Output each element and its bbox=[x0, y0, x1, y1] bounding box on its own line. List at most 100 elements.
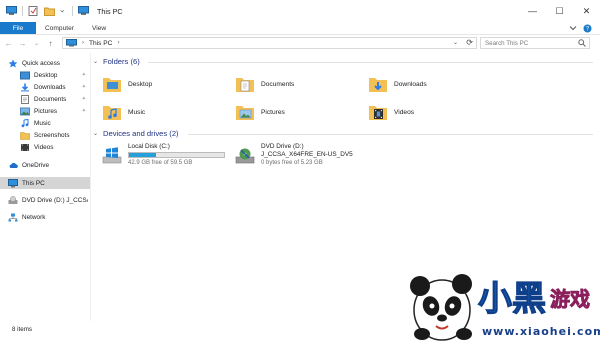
nav-this-pc[interactable]: This PC bbox=[0, 177, 90, 189]
folder-label: Videos bbox=[394, 108, 415, 116]
address-bar[interactable]: › This PC › ⌄ ⟳ bbox=[62, 37, 477, 49]
search-input[interactable]: Search This PC bbox=[480, 37, 590, 49]
drive-local-disk-c[interactable]: Local Disk (C:) 42.9 GB free of 59.5 GB bbox=[102, 143, 227, 173]
item-count: 8 items bbox=[12, 325, 32, 333]
quick-access-toolbar bbox=[0, 0, 89, 22]
expand-ribbon-icon[interactable] bbox=[569, 25, 577, 31]
folder-label: Desktop bbox=[128, 80, 153, 88]
drive-free-space: 0 bytes free of 5.23 GB bbox=[261, 160, 323, 166]
folders-heading: Folders (6) bbox=[103, 57, 140, 66]
maximize-button[interactable]: ☐ bbox=[546, 0, 573, 22]
pin-icon: ✦ bbox=[81, 96, 86, 102]
breadcrumb-chevron-icon[interactable]: › bbox=[82, 40, 84, 46]
window-controls: — ☐ ✕ bbox=[519, 0, 600, 22]
tab-computer[interactable]: Computer bbox=[36, 22, 83, 34]
pin-icon: ✦ bbox=[81, 84, 86, 90]
pin-icon: ✦ bbox=[81, 108, 86, 114]
this-pc-icon bbox=[66, 39, 77, 47]
nav-quick-access[interactable]: Quick access bbox=[0, 57, 90, 69]
search-icon bbox=[578, 39, 586, 47]
folder-label: Music bbox=[128, 108, 146, 116]
folder-downloads[interactable]: Downloads bbox=[368, 71, 488, 97]
nav-music[interactable]: Music bbox=[0, 117, 90, 129]
documents-icon bbox=[21, 94, 29, 104]
chevron-down-icon[interactable]: ⌄ bbox=[93, 58, 98, 65]
title-bar: This PC — ☐ ✕ bbox=[0, 0, 600, 22]
music-folder-icon bbox=[103, 106, 121, 120]
disk-usage-fill bbox=[129, 153, 156, 157]
breadcrumb-this-pc[interactable]: This PC bbox=[89, 40, 112, 47]
folder-music[interactable]: Music bbox=[102, 99, 222, 125]
nav-label: Pictures bbox=[34, 107, 58, 115]
this-pc-small-icon bbox=[78, 6, 89, 15]
new-folder-icon[interactable] bbox=[44, 6, 55, 16]
pin-icon: ✦ bbox=[81, 72, 86, 78]
nav-pictures[interactable]: Pictures ✦ bbox=[0, 105, 90, 117]
svg-text:www.xiaohei.com: www.xiaohei.com bbox=[482, 325, 600, 338]
videos-icon bbox=[21, 143, 29, 151]
nav-videos[interactable]: Videos bbox=[0, 141, 90, 153]
folders-group-header[interactable]: ⌄ Folders (6) bbox=[93, 57, 593, 66]
nav-screenshots[interactable]: Screenshots bbox=[0, 129, 90, 141]
folder-pictures[interactable]: Pictures bbox=[235, 99, 355, 125]
xiaohei-logo-text: 小黑 游戏 www.xiaohei.com bbox=[477, 278, 600, 338]
chevron-down-icon[interactable] bbox=[60, 6, 67, 16]
help-icon[interactable]: ? bbox=[583, 24, 592, 33]
tab-view[interactable]: View bbox=[83, 22, 115, 34]
folder-desktop[interactable]: Desktop bbox=[102, 71, 222, 97]
up-arrow-icon[interactable]: ↑ bbox=[45, 38, 56, 49]
downloads-icon bbox=[21, 83, 29, 91]
disk-usage-bar bbox=[128, 152, 225, 158]
nav-documents[interactable]: Documents ✦ bbox=[0, 93, 90, 105]
nav-label: Music bbox=[34, 119, 51, 127]
properties-icon[interactable] bbox=[28, 6, 39, 16]
documents-folder-icon bbox=[236, 78, 254, 92]
back-arrow-icon[interactable]: ← bbox=[3, 38, 14, 49]
drive-dvd-d[interactable]: DVD Drive (D:) J_CCSA_X64FRE_EN-US_DV5 0… bbox=[235, 143, 375, 173]
this-pc-icon bbox=[8, 178, 18, 187]
nav-downloads[interactable]: Downloads ✦ bbox=[0, 81, 90, 93]
star-icon bbox=[8, 59, 18, 67]
panda-mascot-icon bbox=[410, 274, 472, 341]
cloud-icon bbox=[9, 162, 18, 168]
nav-network[interactable]: Network bbox=[0, 211, 90, 223]
group-divider bbox=[188, 134, 593, 135]
breadcrumb-chevron-icon[interactable]: › bbox=[117, 40, 119, 46]
folder-videos[interactable]: Videos bbox=[368, 99, 488, 125]
drive-free-space: 42.9 GB free of 59.5 GB bbox=[128, 160, 193, 166]
pictures-icon bbox=[20, 107, 30, 115]
folder-documents[interactable]: Documents bbox=[235, 71, 355, 97]
tab-file[interactable]: File bbox=[0, 22, 36, 34]
nav-desktop[interactable]: Desktop ✦ bbox=[0, 69, 90, 81]
dvd-drive-icon bbox=[8, 195, 18, 204]
recent-locations-icon[interactable]: ⌄ bbox=[31, 38, 42, 49]
nav-onedrive[interactable]: OneDrive bbox=[0, 159, 90, 171]
minimize-button[interactable]: — bbox=[519, 0, 546, 22]
close-button[interactable]: ✕ bbox=[573, 0, 600, 22]
address-history-dropdown-icon[interactable]: ⌄ bbox=[453, 39, 458, 46]
pictures-folder-icon bbox=[236, 106, 254, 120]
nav-label: Quick access bbox=[22, 59, 61, 67]
dvd-drive-icon bbox=[235, 148, 255, 164]
nav-label: Network bbox=[22, 213, 46, 221]
toolbar-divider bbox=[22, 6, 23, 16]
xiaohei-watermark-logo: 小黑 游戏 www.xiaohei.com bbox=[410, 274, 600, 341]
folder-label: Downloads bbox=[394, 80, 427, 88]
nav-label: Screenshots bbox=[34, 131, 70, 139]
chevron-down-icon[interactable]: ⌄ bbox=[93, 130, 98, 137]
navigation-pane: Quick access Desktop ✦ Downloads ✦ Docum… bbox=[0, 53, 90, 321]
folder-label: Documents bbox=[261, 80, 295, 88]
drives-group-header[interactable]: ⌄ Devices and drives (2) bbox=[93, 129, 593, 138]
nav-dvd-drive[interactable]: DVD Drive (D:) J_CCSA bbox=[0, 194, 90, 206]
folder-icon bbox=[20, 131, 30, 140]
refresh-icon[interactable]: ⟳ bbox=[466, 38, 473, 47]
computer-icon[interactable] bbox=[6, 6, 17, 16]
nav-label: OneDrive bbox=[22, 161, 49, 169]
forward-arrow-icon[interactable]: → bbox=[17, 38, 28, 49]
ribbon: File Computer View ? bbox=[0, 22, 600, 35]
window-title: This PC bbox=[97, 6, 123, 16]
group-divider bbox=[148, 62, 593, 63]
network-icon bbox=[8, 213, 18, 221]
pane-divider[interactable] bbox=[90, 53, 91, 321]
nav-label: Videos bbox=[34, 143, 54, 151]
